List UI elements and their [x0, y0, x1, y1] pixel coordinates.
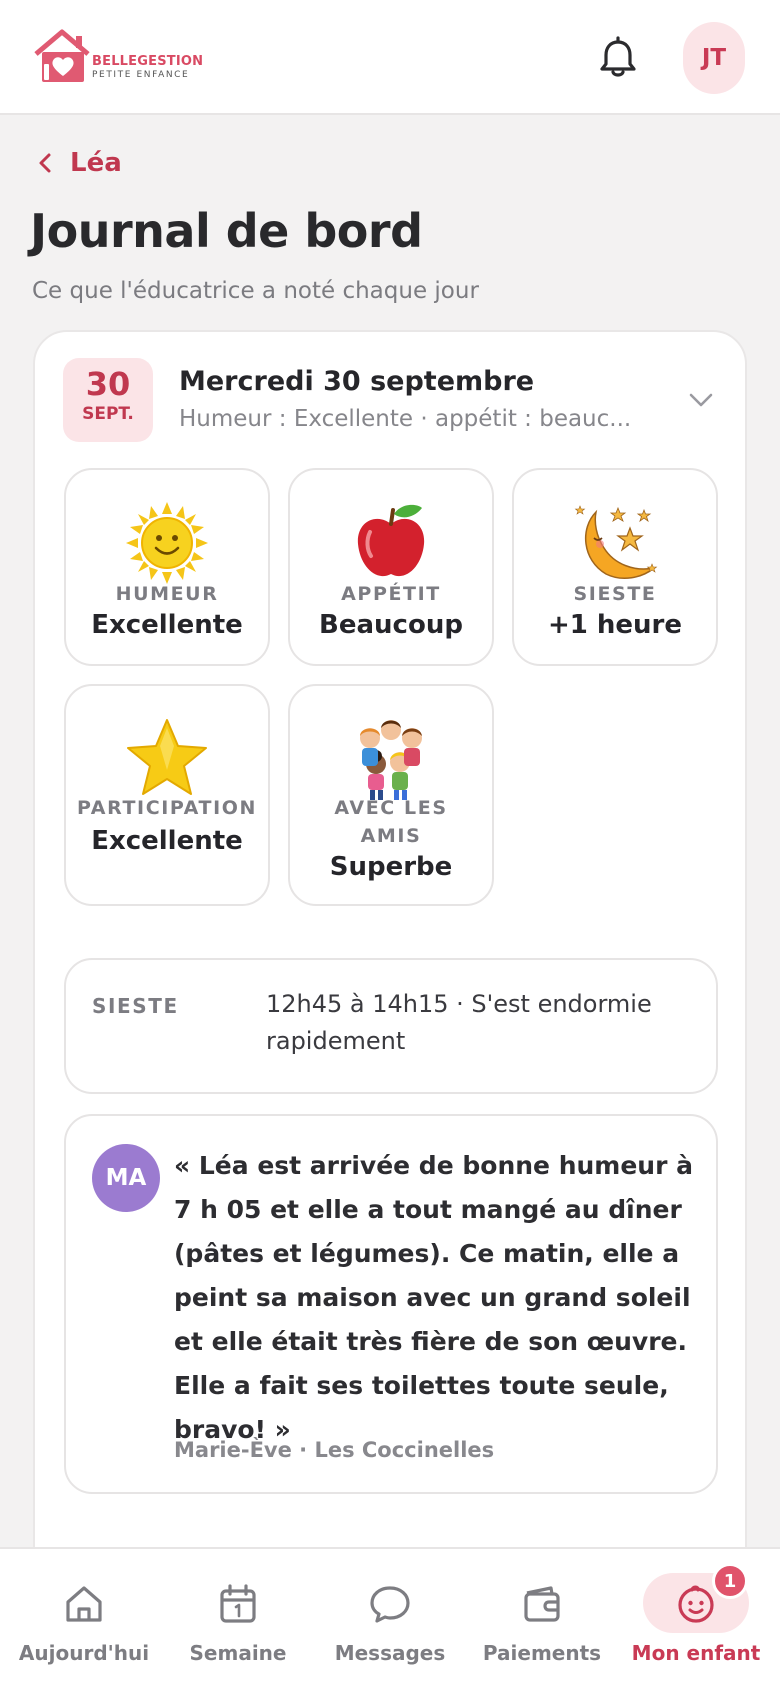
chevron-left-icon	[39, 153, 51, 173]
nav-label: Semaine	[189, 1641, 287, 1665]
app-logo[interactable]: BELLEGESTION PETITE ENFANCE	[32, 28, 204, 90]
sun-icon	[126, 502, 208, 584]
page-subtitle: Ce que l'éducatrice a noté chaque jour	[32, 278, 479, 304]
back-label: Léa	[70, 148, 122, 178]
tile-value: +1 heure	[547, 610, 683, 640]
tile-appetit: APPÉTIT Beaucoup	[288, 468, 494, 666]
calendar-icon	[220, 1584, 256, 1623]
star-icon	[127, 719, 207, 795]
page-title: Journal de bord	[30, 204, 423, 258]
home-icon	[66, 1586, 102, 1622]
chevron-down-icon[interactable]	[687, 390, 715, 410]
nav-item-mon-enfant[interactable]: Mon enfant	[618, 1549, 774, 1688]
back-link[interactable]: Léa	[38, 148, 122, 178]
tile-value: Superbe	[329, 852, 453, 882]
nav-item-messages[interactable]: Messages	[314, 1549, 466, 1688]
logo-tagline: PETITE ENFANCE	[92, 70, 190, 80]
nav-label: Paiements	[482, 1641, 602, 1665]
moon-icon	[574, 505, 658, 580]
date-day: 30	[85, 365, 131, 403]
tile-label: AVEC LES AMIS	[334, 797, 448, 847]
kids-icon	[360, 720, 422, 800]
child-face-icon	[678, 1585, 714, 1623]
logo-house-icon	[34, 29, 90, 82]
nav-label: Messages	[334, 1641, 446, 1665]
journal-entry-card: 30 SEPT. Mercredi 30 septembre Humeur : …	[33, 330, 747, 1688]
tile-label: APPÉTIT	[341, 583, 441, 605]
tile-label: HUMEUR	[115, 583, 219, 605]
notification-badge: 1	[712, 1563, 748, 1599]
note-author: Marie-Ève · Les Coccinelles	[174, 1438, 495, 1462]
note-text: « Léa est arrivée de bonne humeur à 7 h …	[174, 1151, 693, 1444]
nav-label: Aujourd'hui	[18, 1641, 150, 1665]
date-badge: 30 SEPT.	[63, 358, 153, 442]
wallet-icon	[524, 1586, 560, 1622]
nav-item-semaine[interactable]: Semaine	[162, 1549, 314, 1688]
date-month: SEPT.	[82, 404, 134, 424]
bottom-nav: Aujourd'hui Semaine Messages Paiements M…	[0, 1547, 780, 1688]
apple-icon	[357, 504, 425, 577]
entry-summary: Humeur : Excellente · appétit : beauc...	[179, 406, 632, 432]
tile-value: Excellente	[91, 610, 243, 640]
tile-value: Beaucoup	[319, 610, 463, 640]
logo-brand: BELLEGESTION	[92, 54, 204, 69]
nav-label: Mon enfant	[631, 1641, 761, 1665]
educator-note: MA « Léa est arrivée de bonne humeur à 7…	[64, 1114, 718, 1494]
tile-participation: PARTICIPATION Excellente	[64, 684, 270, 906]
user-avatar[interactable]: JT	[683, 22, 745, 94]
nap-detail-row: SIESTE 12h45 à 14h15 · S'est endormie ra…	[64, 958, 718, 1094]
tile-label: SIESTE	[573, 583, 657, 605]
tile-value: Excellente	[91, 826, 243, 856]
nav-item-aujourdhui[interactable]: Aujourd'hui	[8, 1549, 160, 1688]
nap-value: 12h45 à 14h15 · S'est endormie rapidemen…	[266, 990, 652, 1055]
nav-item-paiements[interactable]: Paiements	[466, 1549, 618, 1688]
tile-humeur: HUMEUR Excellente	[64, 468, 270, 666]
entry-date-title[interactable]: Mercredi 30 septembre	[179, 366, 534, 397]
app-header: BELLEGESTION PETITE ENFANCE JT	[0, 0, 780, 115]
tile-avec-les-amis: AVEC LES AMIS Superbe	[288, 684, 494, 906]
nap-label: SIESTE	[92, 994, 179, 1018]
bell-icon[interactable]	[596, 36, 640, 80]
tile-sieste: SIESTE +1 heure	[512, 468, 718, 666]
tile-label: PARTICIPATION	[77, 797, 257, 819]
educator-avatar: MA	[92, 1144, 160, 1212]
chat-icon	[370, 1586, 410, 1623]
